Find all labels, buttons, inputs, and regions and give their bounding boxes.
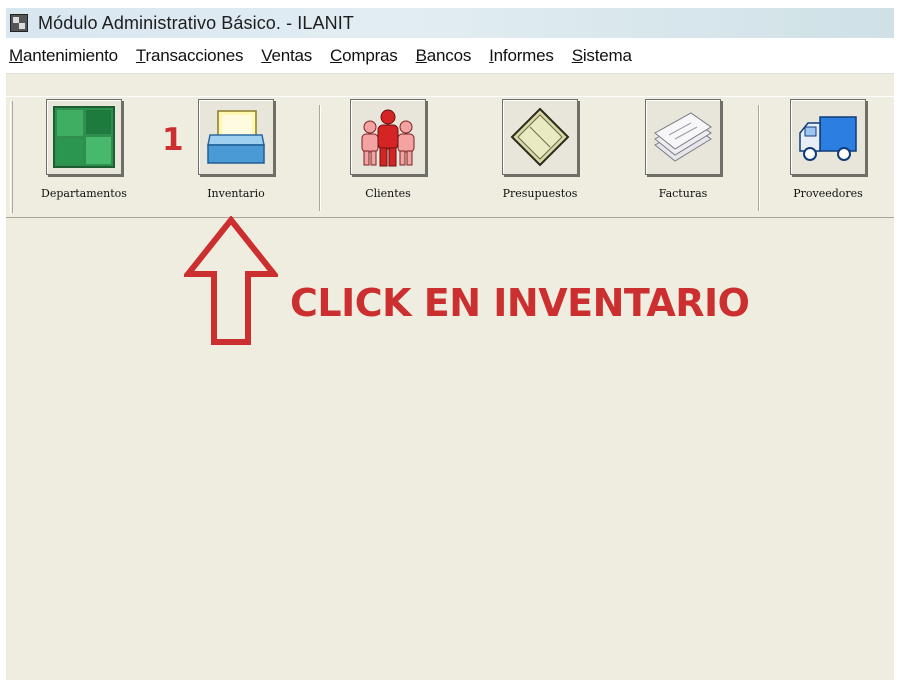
menu-ventas[interactable]: Ventas: [261, 46, 312, 66]
menu-compras[interactable]: Compras: [330, 46, 398, 66]
menu-informes[interactable]: Informes: [489, 46, 554, 66]
instruction-annotation: CLICK EN INVENTARIO: [290, 281, 750, 325]
toolbar-label-proveedores: Proveedores: [793, 187, 863, 200]
proveedores-button-face[interactable]: [790, 99, 866, 175]
departamentos-button-face[interactable]: [46, 99, 122, 175]
facturas-button-face[interactable]: [645, 99, 721, 175]
step-number-annotation: 1: [162, 122, 184, 158]
up-arrow-annotation-icon: [184, 216, 278, 345]
invoices-papers-icon: [654, 112, 712, 162]
toolbar-label-clientes: Clientes: [365, 187, 411, 200]
toolbar-button-presupuestos[interactable]: Presupuestos: [480, 99, 600, 215]
toolbar-button-inventario[interactable]: Inventario: [176, 99, 296, 215]
menu-mantenimiento[interactable]: Mantenimiento: [9, 46, 118, 66]
toolbar-separator: [758, 105, 760, 211]
presupuestos-button-face[interactable]: [502, 99, 578, 175]
inventory-box-icon: [207, 110, 265, 164]
menu-bar: Mantenimiento Transacciones Ventas Compr…: [6, 38, 894, 74]
toolbar-label-presupuestos: Presupuestos: [502, 187, 578, 200]
toolbar-label-departamentos: Departamentos: [41, 187, 127, 200]
menu-transacciones[interactable]: Transacciones: [136, 46, 244, 66]
menu-bancos[interactable]: Bancos: [416, 46, 472, 66]
toolbar-button-proveedores[interactable]: Proveedores: [768, 99, 888, 215]
departments-grid-icon: [53, 106, 115, 168]
supplier-truck-icon: [799, 116, 857, 161]
clients-people-icon: [361, 109, 415, 167]
toolbar-label-facturas: Facturas: [658, 187, 708, 200]
inventario-button-face[interactable]: [198, 99, 274, 175]
window-title: Módulo Administrativo Básico. - ILANIT: [38, 12, 354, 33]
title-bar[interactable]: Módulo Administrativo Básico. - ILANIT: [6, 8, 894, 38]
menu-sistema[interactable]: Sistema: [572, 46, 632, 66]
app-window: Módulo Administrativo Básico. - ILANIT M…: [6, 8, 894, 680]
toolbar-button-clientes[interactable]: Clientes: [328, 99, 448, 215]
clientes-button-face[interactable]: [350, 99, 426, 175]
toolbar-button-facturas[interactable]: Facturas: [623, 99, 743, 215]
app-logo-icon[interactable]: [10, 14, 28, 32]
toolbar-grip[interactable]: [10, 101, 13, 213]
budget-book-icon: [510, 107, 570, 167]
toolbar: Departamentos Inventario Clientes Presup…: [6, 96, 894, 218]
toolbar-button-departamentos[interactable]: Departamentos: [24, 99, 144, 215]
toolbar-separator: [319, 105, 321, 211]
toolbar-label-inventario: Inventario: [207, 187, 265, 200]
